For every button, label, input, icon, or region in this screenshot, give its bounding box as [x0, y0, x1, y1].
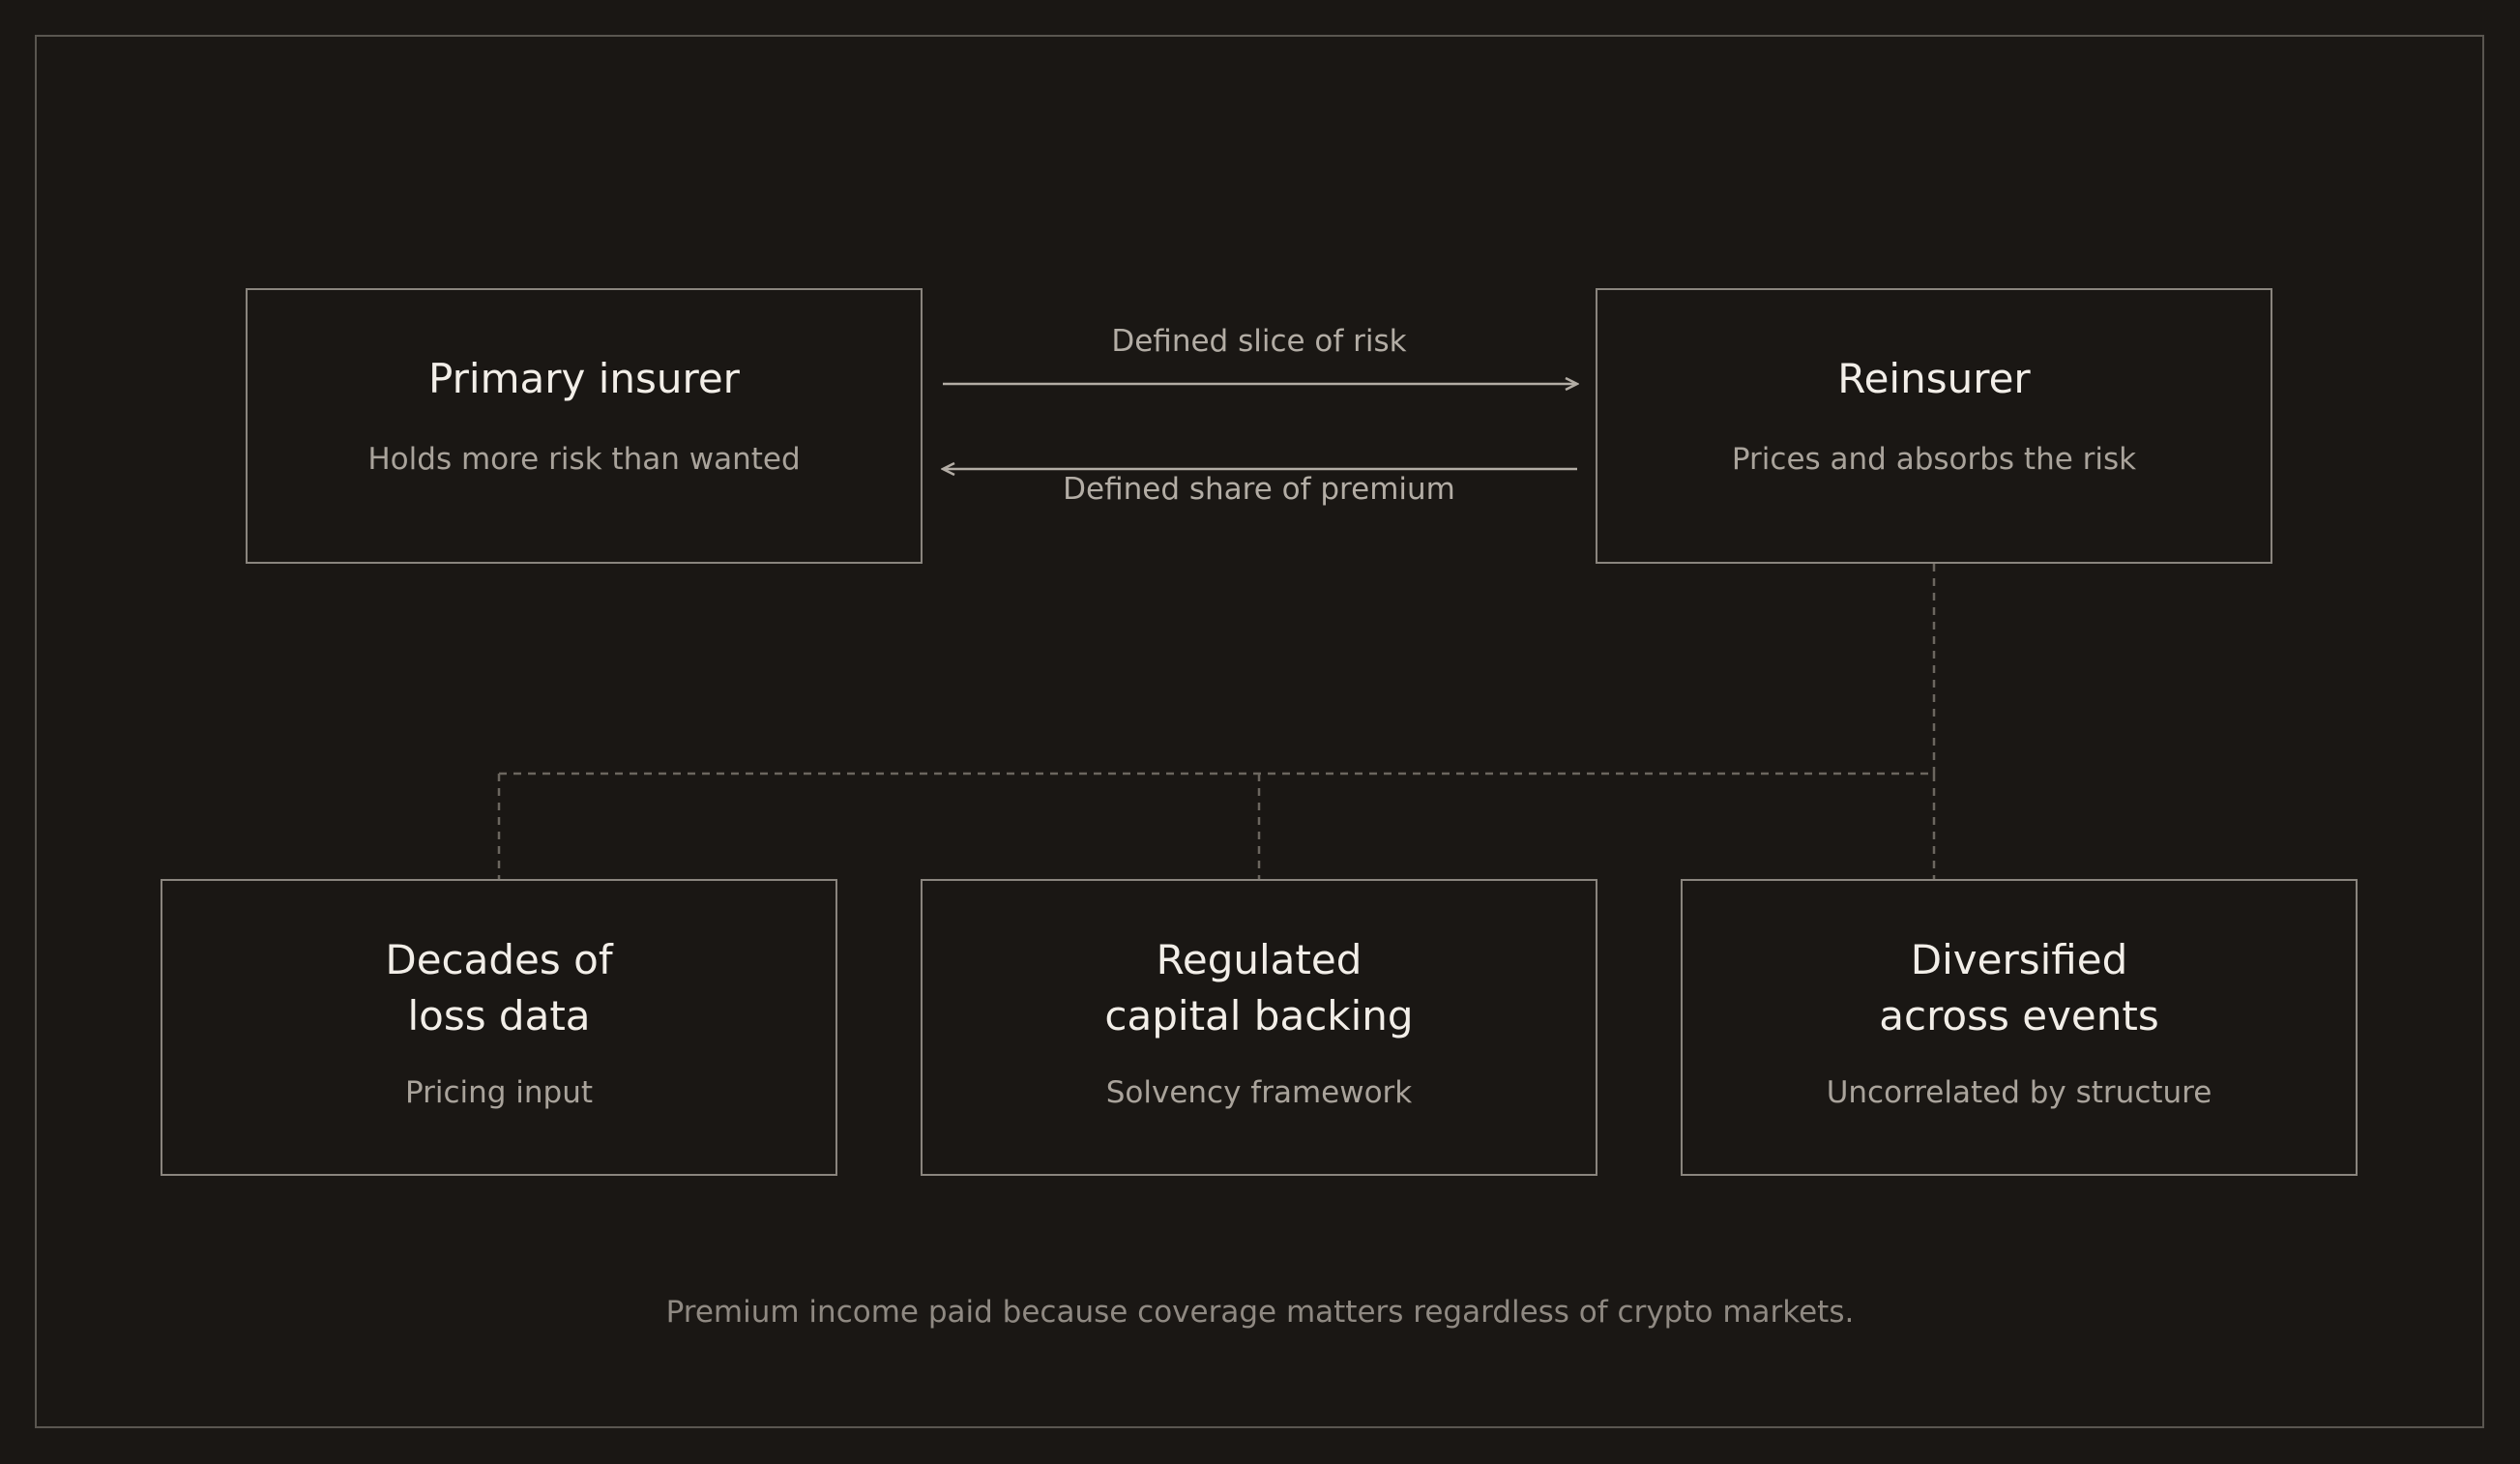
- pillar-box-diversified: Diversified across events Uncorrelated b…: [1681, 879, 2358, 1176]
- premium-flow-label: Defined share of premium: [1063, 472, 1455, 507]
- pillar-subtitle: Uncorrelated by structure: [1826, 1075, 2212, 1110]
- pillar-subtitle: Pricing input: [404, 1075, 594, 1110]
- footnote-text: Premium income paid because coverage mat…: [665, 1295, 1855, 1330]
- pillar-title: Diversified across events: [1879, 936, 2159, 1039]
- pillar-box-loss-data: Decades of loss data Pricing input: [161, 879, 837, 1176]
- risk-flow-label: Defined slice of risk: [1111, 324, 1407, 359]
- primary-insurer-subtitle: Holds more risk than wanted: [367, 442, 801, 477]
- connector-layer: [497, 0, 1936, 879]
- reinsurer-subtitle: Prices and absorbs the risk: [1731, 442, 2137, 477]
- reinsurer-title: Reinsurer: [1837, 355, 2031, 402]
- primary-insurer-box: Primary insurer Holds more risk than wan…: [246, 288, 923, 564]
- pillar-title: Decades of loss data: [385, 936, 613, 1039]
- pillar-subtitle: Solvency framework: [1105, 1075, 1413, 1110]
- primary-insurer-title: Primary insurer: [428, 355, 740, 402]
- pillar-box-capital-backing: Regulated capital backing Solvency frame…: [921, 879, 1597, 1176]
- pillar-title: Regulated capital backing: [1104, 936, 1414, 1039]
- reinsurer-box: Reinsurer Prices and absorbs the risk: [1596, 288, 2272, 564]
- pillar-connectors: [497, 564, 1936, 879]
